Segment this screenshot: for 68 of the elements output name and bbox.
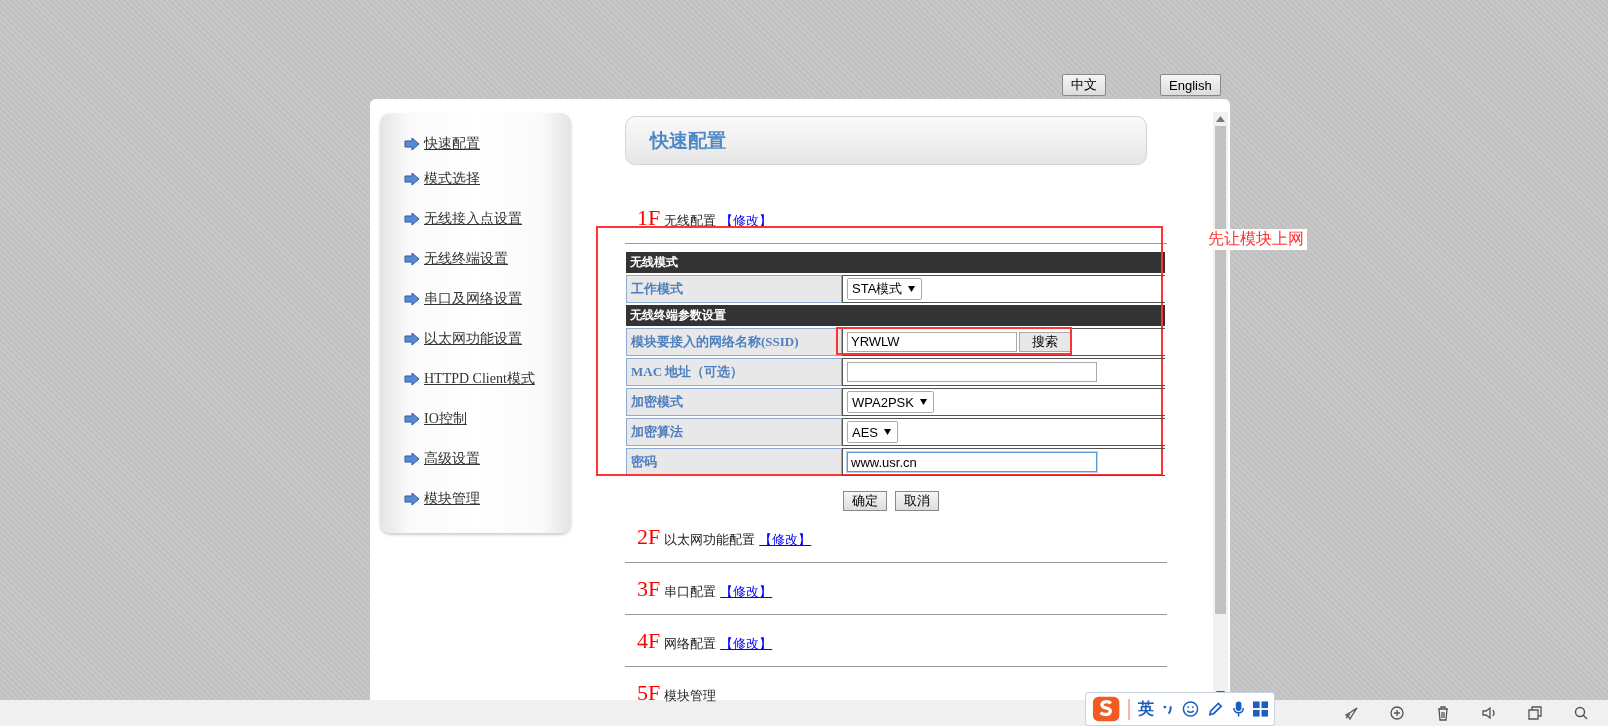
ssid-field[interactable]: YRWLW	[847, 331, 1017, 352]
pencil-icon[interactable]	[1206, 700, 1224, 718]
confirm-button[interactable]: 确定	[843, 491, 887, 511]
window-icon[interactable]	[1526, 704, 1544, 722]
caret-icon	[908, 286, 916, 292]
arrow-icon	[404, 252, 420, 266]
annotation-text: 先让模块上网	[1208, 230, 1304, 247]
field-label: 工作模式	[626, 275, 842, 303]
dropdown[interactable]: WPA2PSK	[847, 391, 934, 413]
dropdown[interactable]: AES	[847, 421, 898, 443]
dropdown[interactable]: STA模式	[847, 278, 923, 300]
arrow-icon	[404, 172, 420, 186]
page-title: 快速配置	[650, 128, 726, 153]
speaker-icon[interactable]	[1480, 704, 1498, 722]
arrow-icon	[404, 137, 420, 151]
smiley-icon[interactable]	[1181, 700, 1199, 718]
section-number: 4F	[637, 628, 661, 654]
language-button[interactable]: 中文	[1062, 74, 1106, 96]
section-number: 5F	[637, 680, 661, 706]
ime-logo-icon[interactable]	[1092, 695, 1121, 723]
section-title: 串口配置	[664, 583, 717, 601]
input-field[interactable]	[847, 362, 1097, 382]
arrow-icon	[404, 332, 420, 346]
sidebar-link[interactable]: 无线终端设置	[424, 250, 508, 268]
search-icon[interactable]	[1572, 704, 1590, 722]
edit-link[interactable]: 【修改】	[720, 635, 773, 653]
edit-link[interactable]: 【修改】	[759, 531, 812, 549]
field-label: 密码	[626, 448, 842, 476]
sidebar-link[interactable]: 以太网功能设置	[424, 330, 522, 348]
arrow-icon	[404, 452, 420, 466]
caret-icon	[884, 429, 891, 435]
section-number: 1F	[637, 205, 661, 231]
section-title: 模块管理	[664, 687, 717, 705]
group-heading: 无线模式	[626, 252, 1165, 273]
field-label: 加密算法	[626, 418, 842, 446]
caret-icon	[919, 399, 927, 405]
input-mode[interactable]: 英	[1128, 698, 1155, 720]
section-title: 以太网功能配置	[664, 531, 756, 549]
sidebar-link[interactable]: HTTPD Client模式	[424, 370, 535, 388]
sidebar-link[interactable]: IO控制	[424, 410, 467, 428]
edit-link[interactable]: 【修改】	[720, 583, 773, 601]
add-circle-icon[interactable]	[1388, 704, 1406, 722]
sidebar-link[interactable]: 串口及网络设置	[424, 290, 522, 308]
group-heading: 无线终端参数设置	[626, 305, 1165, 326]
arrow-icon	[404, 292, 420, 306]
cancel-button[interactable]: 取消	[895, 491, 939, 511]
arrow-icon	[404, 412, 420, 426]
microphone-icon[interactable]	[1231, 700, 1245, 718]
language-button[interactable]: English	[1160, 74, 1221, 96]
section-number: 2F	[637, 524, 661, 550]
arrow-icon	[404, 492, 420, 506]
sidebar-link[interactable]: 模式选择	[424, 170, 480, 188]
sidebar-link[interactable]: 快速配置	[424, 135, 480, 153]
field-label: 模块要接入的网络名称(SSID)	[626, 328, 842, 356]
field-label: MAC 地址（可选）	[626, 358, 842, 386]
search-button[interactable]: 搜索	[1019, 332, 1071, 353]
grid-icon[interactable]	[1252, 701, 1268, 717]
sidebar-link[interactable]: 无线接入点设置	[424, 210, 522, 228]
input-field[interactable]: www.usr.cn	[847, 452, 1097, 472]
arrow-icon	[404, 212, 420, 226]
section-title: 无线配置	[664, 212, 717, 230]
sidebar-link[interactable]: 模块管理	[424, 490, 480, 508]
arrow-icon	[404, 372, 420, 386]
section-number: 3F	[637, 576, 661, 602]
field-label: 加密模式	[626, 388, 842, 416]
section-title: 网络配置	[664, 635, 717, 653]
scroll-up-icon[interactable]	[1216, 116, 1225, 122]
sidebar-link[interactable]: 高级设置	[424, 450, 480, 468]
